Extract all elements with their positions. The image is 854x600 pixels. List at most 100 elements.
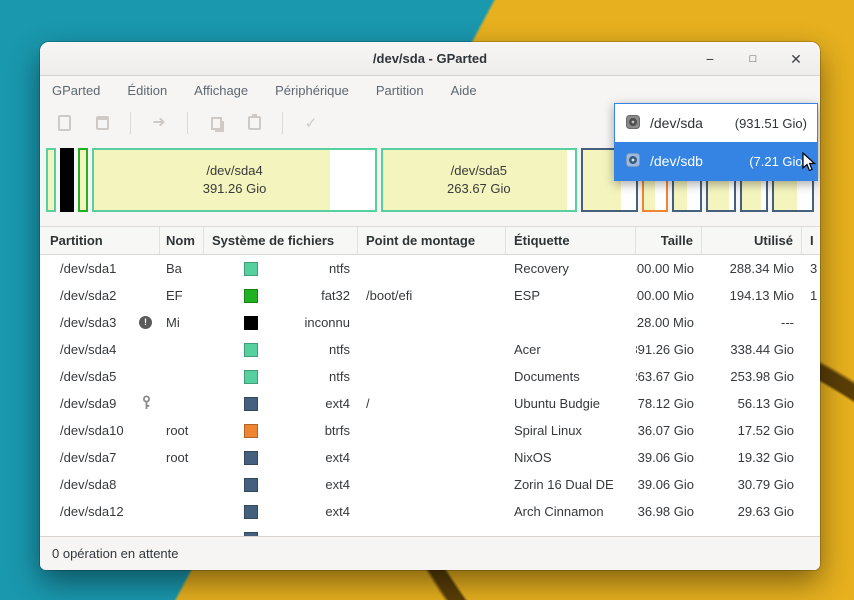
toolbar-separator bbox=[130, 112, 131, 134]
device-name: /dev/sda bbox=[650, 115, 703, 131]
table-row-sda10[interactable]: /dev/sda10 root btrfs Spiral Linux 36.07… bbox=[40, 417, 820, 444]
unused-cell bbox=[802, 390, 820, 417]
partition-label: NixOS bbox=[506, 444, 636, 471]
paste-icon[interactable] bbox=[244, 113, 264, 133]
minimize-button[interactable]: − bbox=[702, 52, 718, 66]
gparted-window: /dev/sda - GParted − □ ✕ GParted Édition… bbox=[40, 42, 820, 570]
partition-name: /dev/sda7 bbox=[60, 450, 116, 465]
partition-segment-sda4[interactable]: /dev/sda4 391.26 Gio bbox=[92, 148, 377, 212]
window-title: /dev/sda - GParted bbox=[373, 51, 487, 66]
used-cell: 288.34 Mio bbox=[702, 255, 802, 282]
unused-cell bbox=[802, 336, 820, 363]
menu-partition[interactable]: Partition bbox=[376, 83, 424, 98]
filesystem-name: fat32 bbox=[266, 288, 350, 303]
size-cell bbox=[636, 525, 702, 536]
unused-cell bbox=[802, 417, 820, 444]
device-name: /dev/sdb bbox=[650, 153, 703, 169]
used-cell: 29.63 Gio bbox=[702, 498, 802, 525]
partition-segment-sda1[interactable] bbox=[46, 148, 56, 212]
table-row-sda8[interactable]: /dev/sda8 ext4 Zorin 16 Dual DE 39.06 Gi… bbox=[40, 471, 820, 498]
filesystem-name: ntfs bbox=[266, 369, 350, 384]
header-size[interactable]: Taille bbox=[636, 227, 702, 254]
new-partition-icon[interactable] bbox=[54, 113, 74, 133]
mouse-cursor bbox=[802, 152, 816, 177]
copy-icon[interactable] bbox=[206, 113, 226, 133]
header-used[interactable]: Utilisé bbox=[702, 227, 802, 254]
filesystem-name: ext4 bbox=[266, 450, 350, 465]
partition-label: Ubuntu Budgie bbox=[506, 390, 636, 417]
toolbar-separator bbox=[187, 112, 188, 134]
header-name[interactable]: Nom bbox=[160, 227, 204, 254]
used-cell: 19.32 Gio bbox=[702, 444, 802, 471]
partition-segment-sda5[interactable]: /dev/sda5 263.67 Gio bbox=[381, 148, 576, 212]
filesystem-color-swatch bbox=[244, 451, 258, 465]
header-unused[interactable]: I bbox=[802, 227, 820, 254]
partition-name: /dev/sda9 bbox=[60, 396, 116, 411]
filesystem-name: inconnu bbox=[266, 315, 350, 330]
mount-point bbox=[358, 444, 506, 471]
name-cell: EF bbox=[160, 282, 204, 309]
mount-point bbox=[358, 309, 506, 336]
maximize-button[interactable]: □ bbox=[745, 54, 761, 65]
device-option-sdb[interactable]: /dev/sdb (7.21 Gio) bbox=[615, 142, 817, 180]
mount-point: /boot/efi bbox=[358, 282, 506, 309]
toolbar-separator bbox=[282, 112, 283, 134]
unused-cell bbox=[802, 444, 820, 471]
table-body: /dev/sda1 Ba ntfs Recovery 600.00 Mio 28… bbox=[40, 255, 820, 536]
used-cell: 253.98 Gio bbox=[702, 363, 802, 390]
header-label[interactable]: Étiquette bbox=[506, 227, 636, 254]
used-cell: 338.44 Gio bbox=[702, 336, 802, 363]
table-row-partial[interactable] bbox=[40, 525, 820, 536]
partition-table: Partition Nom Système de fichiers Point … bbox=[40, 226, 820, 536]
header-filesystem[interactable]: Système de fichiers bbox=[204, 227, 358, 254]
partition-label: Spiral Linux bbox=[506, 417, 636, 444]
device-size: (931.51 Gio) bbox=[735, 116, 807, 131]
table-row-sda3[interactable]: /dev/sda3! Mi inconnu 128.00 Mio --- bbox=[40, 309, 820, 336]
titlebar[interactable]: /dev/sda - GParted − □ ✕ bbox=[40, 42, 820, 76]
size-cell: 36.07 Gio bbox=[636, 417, 702, 444]
table-row-sda7[interactable]: /dev/sda7 root ext4 NixOS 39.06 Gio 19.3… bbox=[40, 444, 820, 471]
table-row-sda4[interactable]: /dev/sda4 ntfs Acer 391.26 Gio 338.44 Gi… bbox=[40, 336, 820, 363]
partition-label: Zorin 16 Dual DE bbox=[506, 471, 636, 498]
mount-point bbox=[358, 525, 506, 536]
partition-segment-sda2[interactable] bbox=[78, 148, 88, 212]
apply-icon[interactable]: ✓ bbox=[301, 113, 321, 133]
partition-segment-sda3-unknown[interactable] bbox=[60, 148, 74, 212]
header-partition[interactable]: Partition bbox=[40, 227, 160, 254]
used-cell: 17.52 Gio bbox=[702, 417, 802, 444]
name-cell bbox=[160, 498, 204, 525]
harddisk-icon bbox=[625, 152, 641, 171]
mount-point bbox=[358, 498, 506, 525]
partition-label: Documents bbox=[506, 363, 636, 390]
table-row-sda1[interactable]: /dev/sda1 Ba ntfs Recovery 600.00 Mio 28… bbox=[40, 255, 820, 282]
name-cell: Ba bbox=[160, 255, 204, 282]
menu-edition[interactable]: Édition bbox=[127, 83, 167, 98]
filesystem-color-swatch bbox=[244, 343, 258, 357]
pending-operations-text: 0 opération en attente bbox=[52, 546, 179, 561]
mount-point bbox=[358, 255, 506, 282]
partition-name: /dev/sda2 bbox=[60, 288, 116, 303]
size-cell: 39.06 Gio bbox=[636, 471, 702, 498]
partition-label bbox=[506, 309, 636, 336]
table-row-sda9[interactable]: /dev/sda9 ext4 / Ubuntu Budgie 78.12 Gio… bbox=[40, 390, 820, 417]
device-dropdown: /dev/sda (931.51 Gio) /dev/sdb (7.21 Gio… bbox=[614, 103, 818, 181]
menu-aide[interactable]: Aide bbox=[451, 83, 477, 98]
size-cell: 128.00 Mio bbox=[636, 309, 702, 336]
close-button[interactable]: ✕ bbox=[788, 52, 804, 66]
delete-partition-icon[interactable] bbox=[92, 113, 112, 133]
name-cell bbox=[160, 363, 204, 390]
table-row-sda2[interactable]: /dev/sda2 EF fat32 /boot/efi ESP 300.00 … bbox=[40, 282, 820, 309]
device-option-sda[interactable]: /dev/sda (931.51 Gio) bbox=[615, 104, 817, 142]
menu-peripherique[interactable]: Périphérique bbox=[275, 83, 349, 98]
menu-affichage[interactable]: Affichage bbox=[194, 83, 248, 98]
table-row-sda12[interactable]: /dev/sda12 ext4 Arch Cinnamon 36.98 Gio … bbox=[40, 498, 820, 525]
header-mountpoint[interactable]: Point de montage bbox=[358, 227, 506, 254]
partition-name: /dev/sda5 bbox=[60, 369, 116, 384]
name-cell bbox=[160, 525, 204, 536]
resize-move-icon[interactable]: ➜ bbox=[149, 113, 169, 133]
mount-point: / bbox=[358, 390, 506, 417]
table-row-sda5[interactable]: /dev/sda5 ntfs Documents 263.67 Gio 253.… bbox=[40, 363, 820, 390]
filesystem-color-swatch bbox=[244, 262, 258, 276]
menu-gparted[interactable]: GParted bbox=[52, 83, 100, 98]
filesystem-color-swatch bbox=[244, 424, 258, 438]
